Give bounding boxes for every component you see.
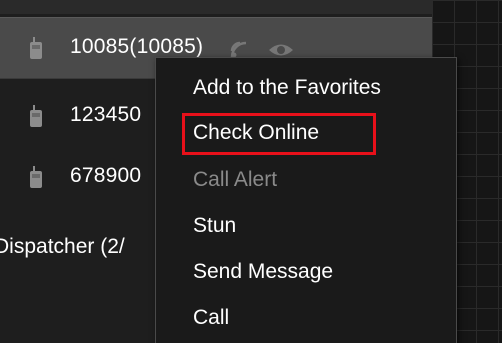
highlight-box: [182, 113, 376, 155]
radio-handset-icon: [30, 37, 42, 59]
menu-item-call-alert: Call Alert: [156, 159, 456, 203]
menu-item-label: Add to the Favorites: [193, 76, 381, 99]
group-label: Dispatcher (2/: [0, 235, 125, 258]
menu-item-label: Send Message: [193, 260, 334, 283]
menu-item-stun[interactable]: Stun: [156, 205, 456, 249]
menu-item-label: Call: [193, 306, 230, 329]
menu-item-label: Stun: [193, 214, 237, 237]
top-strip: [0, 0, 502, 14]
radio-handset-icon: [30, 105, 42, 127]
dispatch-console: 10085(10085) 123450 678900 Dispatcher (2…: [0, 0, 502, 343]
context-menu: Add to the Favorites Check Online Call A…: [155, 57, 457, 343]
menu-item-call[interactable]: Call: [156, 297, 456, 341]
device-label: 10085(10085): [70, 35, 204, 58]
menu-item-add-favorites[interactable]: Add to the Favorites: [156, 67, 456, 111]
radio-handset-icon: [30, 166, 42, 188]
device-label: 123450: [70, 103, 142, 126]
menu-item-label: Call Alert: [193, 168, 278, 191]
menu-item-send-message[interactable]: Send Message: [156, 251, 456, 295]
device-label: 678900: [70, 164, 142, 187]
